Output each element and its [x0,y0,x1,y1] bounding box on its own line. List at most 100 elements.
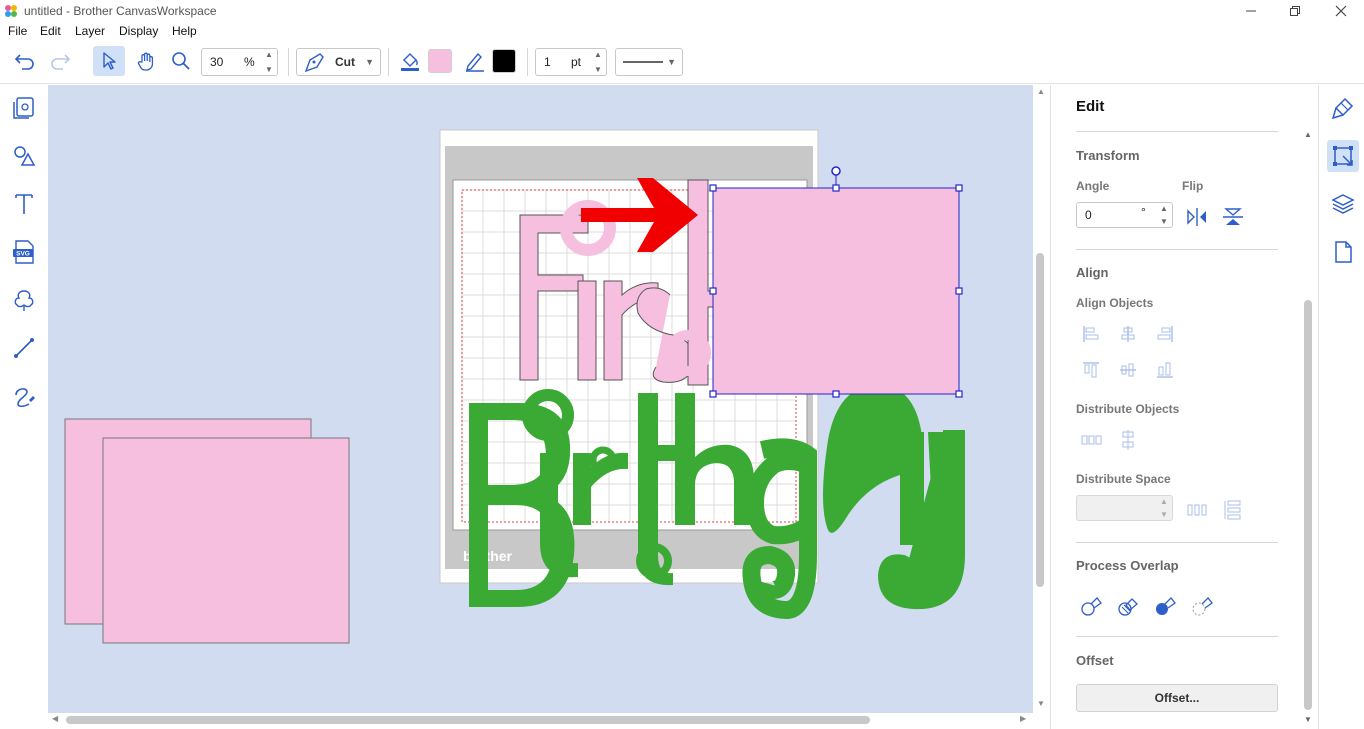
chevron-down-icon[interactable]: ▼ [1160,217,1168,226]
align-middle-button[interactable] [1114,357,1142,383]
align-bottom-button[interactable] [1151,357,1179,383]
chevron-down-icon[interactable]: ▼ [265,65,273,74]
chevron-down-icon[interactable]: ▼ [1160,510,1168,519]
restore-button[interactable] [1272,0,1318,22]
weld-button[interactable] [1077,593,1105,619]
divide-button[interactable] [1114,593,1142,619]
scroll-left-icon[interactable]: ◀ [52,714,58,723]
menu-file[interactable]: File [8,24,27,38]
angle-stepper[interactable]: ▲ ▼ [1158,204,1170,226]
line-style-select[interactable]: ▼ [615,48,683,76]
scroll-down-icon[interactable]: ▼ [1037,699,1045,708]
line-width-input[interactable]: 1 pt ▲ ▼ [535,48,607,76]
scroll-right-icon[interactable]: ▶ [1020,714,1026,723]
line-tool-button[interactable] [461,46,489,76]
scroll-thumb[interactable] [66,716,870,724]
toolbar: 30 % ▲ ▼ Cut ▼ 1 pt ▲ ▼ ▼ [0,40,1364,84]
freehand-button[interactable] [8,380,40,412]
angle-value: 0 [1085,208,1092,222]
canvas-drawing[interactable]: brother [48,85,1033,713]
line-width-stepper[interactable]: ▲ ▼ [592,50,604,74]
align-right-button[interactable] [1151,321,1179,347]
intersect-icon [1192,597,1213,616]
distribute-space-horizontal-button[interactable] [1183,497,1211,523]
scroll-up-icon[interactable]: ▲ [1037,87,1045,96]
text-icon [15,194,33,214]
chevron-up-icon[interactable]: ▲ [265,50,273,59]
chevron-up-icon[interactable]: ▲ [1160,497,1168,506]
align-center-button[interactable] [1114,321,1142,347]
chevron-down-icon[interactable]: ▼ [594,65,602,74]
selected-rectangle[interactable] [709,166,963,398]
menu-help[interactable]: Help [172,24,197,38]
flip-horizontal-button[interactable] [1183,204,1211,230]
chevron-up-icon[interactable]: ▲ [1160,204,1168,213]
align-left-button[interactable] [1077,321,1105,347]
divider [1076,542,1278,543]
page-panel-button[interactable] [1327,236,1359,268]
scroll-up-icon[interactable]: ▲ [1304,130,1312,139]
color-panel-button[interactable] [1327,92,1359,124]
distribute-space-stepper[interactable]: ▲ ▼ [1158,497,1170,519]
pink-rectangle-front[interactable] [102,437,350,644]
hand-icon [137,52,154,71]
mode-select[interactable]: Cut ▼ [296,48,381,76]
scroll-thumb[interactable] [1304,300,1312,710]
menu-layer[interactable]: Layer [75,24,105,38]
distribute-vertical-button[interactable] [1114,427,1142,453]
paint-bucket-icon [401,53,419,71]
menu-display[interactable]: Display [119,24,158,38]
close-button[interactable] [1318,0,1364,22]
pan-tool-button[interactable] [131,46,161,76]
text-button[interactable] [8,188,40,220]
canvas-horizontal-scrollbar[interactable]: ◀ ▶ [48,713,1033,727]
zoom-tool-button[interactable] [166,46,196,76]
distribute-horizontal-button[interactable] [1077,427,1105,453]
angle-input[interactable]: 0 ° ▲ ▼ [1076,202,1173,228]
space-horizontal-icon [1187,504,1207,516]
minimize-button[interactable] [1228,0,1274,22]
flip-label: Flip [1182,179,1204,193]
shapes-button[interactable] [8,140,40,172]
panel-scrollbar[interactable]: ▲ ▼ [1300,130,1316,729]
import-svg-button[interactable]: SVG [8,236,40,268]
intersect-button[interactable] [1188,593,1216,619]
align-top-button[interactable] [1077,357,1105,383]
distribute-objects-label: Distribute Objects [1076,402,1180,416]
undo-button[interactable] [10,46,40,76]
offset-button[interactable]: Offset... [1076,684,1278,712]
distribute-space-input[interactable]: ▲ ▼ [1076,495,1173,521]
zoom-stepper[interactable]: ▲ ▼ [263,50,275,74]
title-bar: untitled - Brother CanvasWorkspace [0,0,1364,22]
scroll-thumb[interactable] [1036,253,1044,587]
flip-vertical-button[interactable] [1219,204,1247,230]
close-icon [1335,5,1347,17]
zoom-input[interactable]: 30 % ▲ ▼ [201,48,278,76]
distribute-space-vertical-button[interactable] [1219,497,1247,523]
restore-icon [1290,6,1300,16]
subtract-icon [1156,597,1176,615]
select-tool-button[interactable] [93,46,125,76]
freehand-icon [15,388,35,408]
scroll-down-icon[interactable]: ▼ [1304,715,1312,724]
layers-panel-button[interactable] [1327,188,1359,220]
design-canvas[interactable]: brother [48,85,1033,713]
line-draw-button[interactable] [8,332,40,364]
svg-text:SVG: SVG [16,251,30,258]
align-middle-icon [1120,363,1136,377]
mode-label: Cut [335,55,355,69]
chevron-up-icon[interactable]: ▲ [594,50,602,59]
subtract-button[interactable] [1151,593,1179,619]
toolbar-divider [388,48,389,76]
line-icon [14,338,34,358]
canvas-vertical-scrollbar[interactable]: ▲ ▼ [1033,85,1049,713]
edit-panel-button[interactable] [1327,140,1359,172]
image-trace-button[interactable] [8,284,40,316]
fill-color-swatch[interactable] [426,46,454,76]
line-color-swatch[interactable] [490,46,518,76]
menu-edit[interactable]: Edit [40,24,61,38]
template-button[interactable] [8,92,40,124]
fill-tool-button[interactable] [396,46,424,76]
redo-button[interactable] [45,46,75,76]
rotate-handle[interactable] [831,166,841,176]
